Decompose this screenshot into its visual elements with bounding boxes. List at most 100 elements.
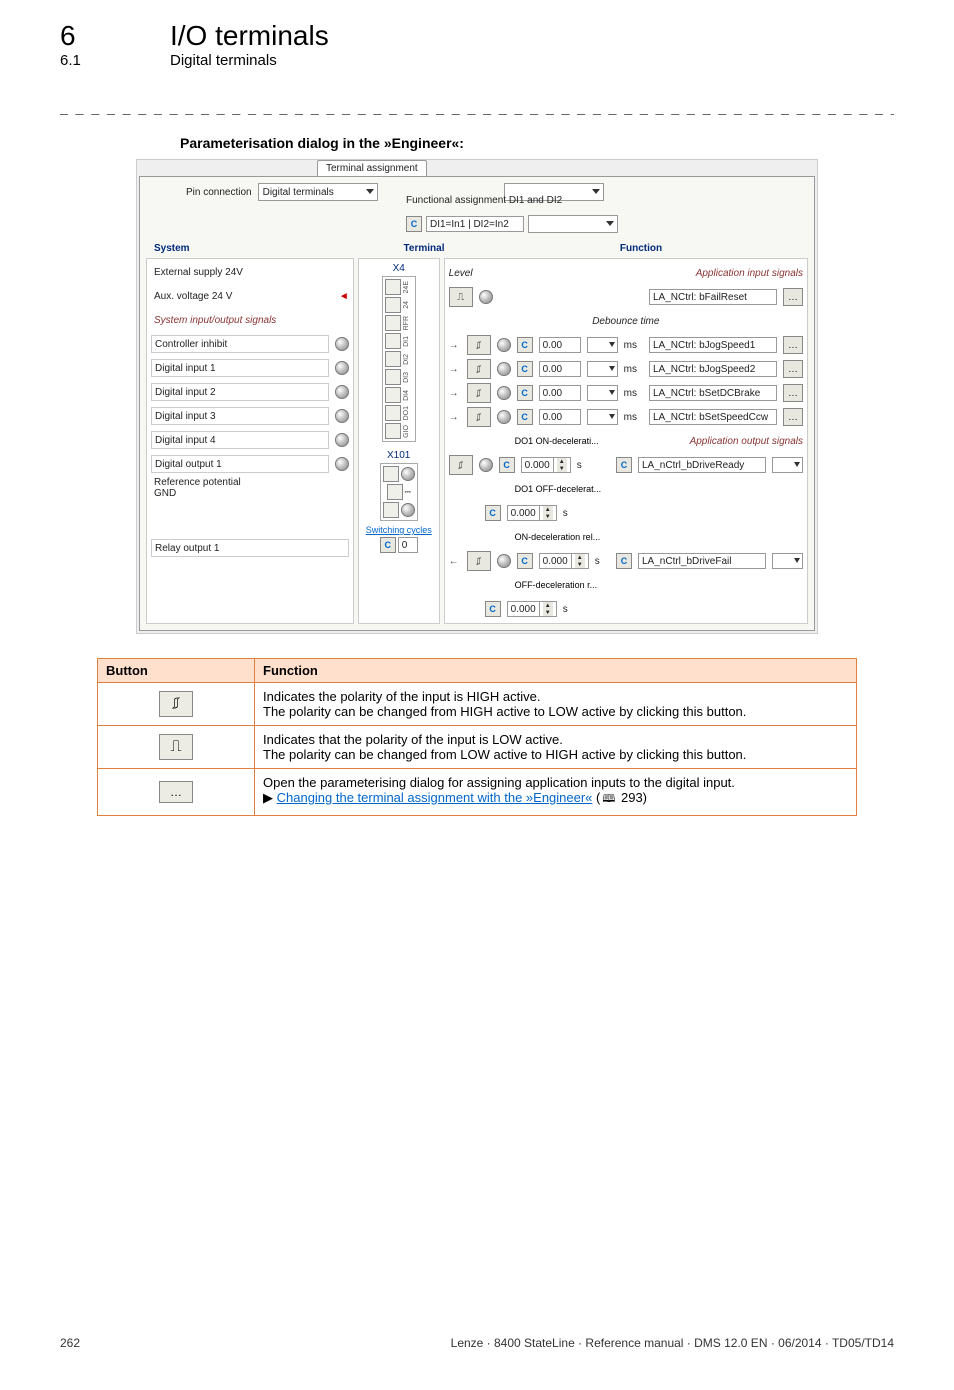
polarity-high-button[interactable]: ⎎ — [467, 551, 491, 571]
assign-dialog-button[interactable]: … — [783, 408, 803, 426]
sys-do1[interactable]: Digital output 1 — [151, 455, 329, 473]
off-decel-label: OFF-deceleration r... — [515, 580, 598, 590]
header-terminal: Terminal — [374, 243, 474, 254]
assign-dialog-button[interactable]: … — [783, 288, 803, 306]
tab-terminal-assignment[interactable]: Terminal assignment — [317, 160, 427, 176]
relay-block: ⎓ — [380, 463, 418, 521]
unit-s: s — [563, 604, 568, 615]
app-sig-failreset[interactable]: LA_NCtrl: bFailReset — [649, 289, 777, 305]
c-button[interactable]: C — [499, 457, 515, 473]
c-button[interactable]: C — [517, 385, 533, 401]
terminal-pin — [385, 297, 401, 313]
assign-dialog-button[interactable]: … — [783, 336, 803, 354]
assign-dialog-button[interactable]: … — [783, 384, 803, 402]
led-icon — [497, 410, 511, 424]
c-button[interactable]: C — [485, 505, 501, 521]
led-icon — [497, 554, 511, 568]
debounce-value[interactable]: 0.00 — [539, 337, 581, 353]
out-sig-dropdown[interactable] — [772, 457, 803, 473]
pin-label: GIO — [403, 425, 413, 438]
app-sig[interactable]: LA_NCtrl: bSetSpeedCcw — [649, 409, 777, 425]
sys-ref-gnd: Reference potential GND — [151, 476, 349, 500]
sys-di1[interactable]: Digital input 1 — [151, 359, 329, 377]
terminal-panel: X4 24E 24 RFR DI1 DI2 DI3 DI4 DO1 GIO X1… — [358, 258, 440, 624]
row3-link[interactable]: Changing the terminal assignment with th… — [277, 790, 593, 805]
app-input-signals-title: Application input signals — [696, 268, 803, 279]
unit-dropdown[interactable] — [587, 337, 618, 353]
polarity-high-button[interactable]: ⎎ — [467, 383, 491, 403]
level-label: Level — [449, 268, 479, 279]
header-function: Function — [474, 243, 808, 254]
page-footer: 262 Lenze · 8400 StateLine · Reference m… — [60, 1336, 894, 1350]
sys-ctrl-inhibit[interactable]: Controller inhibit — [151, 335, 329, 353]
row2-line1: Indicates that the polarity of the input… — [263, 732, 563, 747]
do1-off-label: DO1 OFF-decelerat... — [515, 484, 602, 494]
sys-di2[interactable]: Digital input 2 — [151, 383, 329, 401]
led-icon — [497, 362, 511, 376]
row3-link-prefix: ▶ — [263, 790, 277, 805]
on-decel-label: ON-deceleration rel... — [515, 532, 601, 542]
row2-line2: The polarity can be changed from LOW act… — [263, 747, 746, 762]
sys-di4[interactable]: Digital input 4 — [151, 431, 329, 449]
app-out-sig[interactable]: LA_nCtrl_bDriveFail — [638, 553, 766, 569]
pin-connection-dropdown[interactable]: Digital terminals — [258, 183, 378, 201]
row3-link-ref: ( 293) — [596, 790, 647, 805]
c-button[interactable]: C — [517, 409, 533, 425]
out-sig-dropdown[interactable] — [772, 553, 803, 569]
switching-cycles-link[interactable]: Switching cycles — [366, 525, 432, 535]
c-button[interactable]: C — [517, 337, 533, 353]
button-function-table: Button Function ⎎ Indicates the polarity… — [97, 658, 857, 816]
app-sig[interactable]: LA_NCtrl: bJogSpeed1 — [649, 337, 777, 353]
polarity-low-button[interactable]: ⎍ — [449, 287, 473, 307]
debounce-value[interactable]: 0.00 — [539, 385, 581, 401]
app-sig[interactable]: LA_NCtrl: bJogSpeed2 — [649, 361, 777, 377]
off-decel-spinner[interactable]: 0.000▲▼ — [507, 601, 557, 617]
switching-value[interactable]: 0 — [398, 537, 418, 553]
app-out-sig[interactable]: LA_nCtrl_bDriveReady — [638, 457, 766, 473]
sys-ext-supply: External supply 24V — [151, 266, 349, 279]
assign-dialog-button[interactable]: … — [783, 360, 803, 378]
sys-di3[interactable]: Digital input 3 — [151, 407, 329, 425]
polarity-high-button[interactable]: ⎎ — [467, 407, 491, 427]
unit-dropdown[interactable] — [587, 385, 618, 401]
sys-relay[interactable]: Relay output 1 — [151, 539, 349, 557]
polarity-high-button[interactable]: ⎎ — [467, 335, 491, 355]
page-number: 262 — [60, 1336, 80, 1350]
terminal-pin — [385, 423, 401, 439]
func-assign-dropdown[interactable] — [528, 215, 618, 233]
header-system: System — [146, 243, 374, 254]
led-icon — [497, 386, 511, 400]
led-icon — [335, 385, 349, 399]
c-button[interactable]: C — [406, 216, 422, 232]
th-function: Function — [255, 659, 857, 683]
unit-dropdown[interactable] — [587, 361, 618, 377]
unit-ms: ms — [624, 412, 637, 423]
unit-s: s — [577, 460, 582, 471]
unit-ms: ms — [624, 340, 637, 351]
unit-dropdown[interactable] — [587, 409, 618, 425]
led-icon — [335, 409, 349, 423]
function-panel: Level Application input signals ⎍ LA_NCt… — [444, 258, 808, 624]
debounce-value[interactable]: 0.00 — [539, 361, 581, 377]
c-button[interactable]: C — [485, 601, 501, 617]
debounce-value[interactable]: 0.00 — [539, 409, 581, 425]
engineer-screenshot: Terminal assignment Pin connection Digit… — [136, 159, 818, 634]
app-sig[interactable]: LA_NCtrl: bSetDCBrake — [649, 385, 777, 401]
terminal-pin — [385, 351, 401, 367]
on-decel-spinner[interactable]: 0.000▲▼ — [539, 553, 589, 569]
c-button[interactable]: C — [517, 553, 533, 569]
func-assign-value[interactable]: DI1=In1 | DI2=In2 — [426, 216, 524, 232]
do1-off-spinner[interactable]: 0.000▲▼ — [507, 505, 557, 521]
c-button[interactable]: C — [616, 553, 632, 569]
polarity-high-button[interactable]: ⎎ — [449, 455, 473, 475]
do1-on-spinner[interactable]: 0.000▲▼ — [521, 457, 571, 473]
pin-label: 24 — [403, 301, 413, 309]
pin-label: 24E — [403, 281, 413, 293]
polarity-high-button[interactable]: ⎎ — [467, 359, 491, 379]
pin-label: DO1 — [403, 406, 413, 420]
c-button[interactable]: C — [380, 537, 396, 553]
pin-label: DI3 — [403, 372, 413, 383]
dots-button-icon: … — [159, 781, 193, 803]
c-button[interactable]: C — [517, 361, 533, 377]
c-button[interactable]: C — [616, 457, 632, 473]
